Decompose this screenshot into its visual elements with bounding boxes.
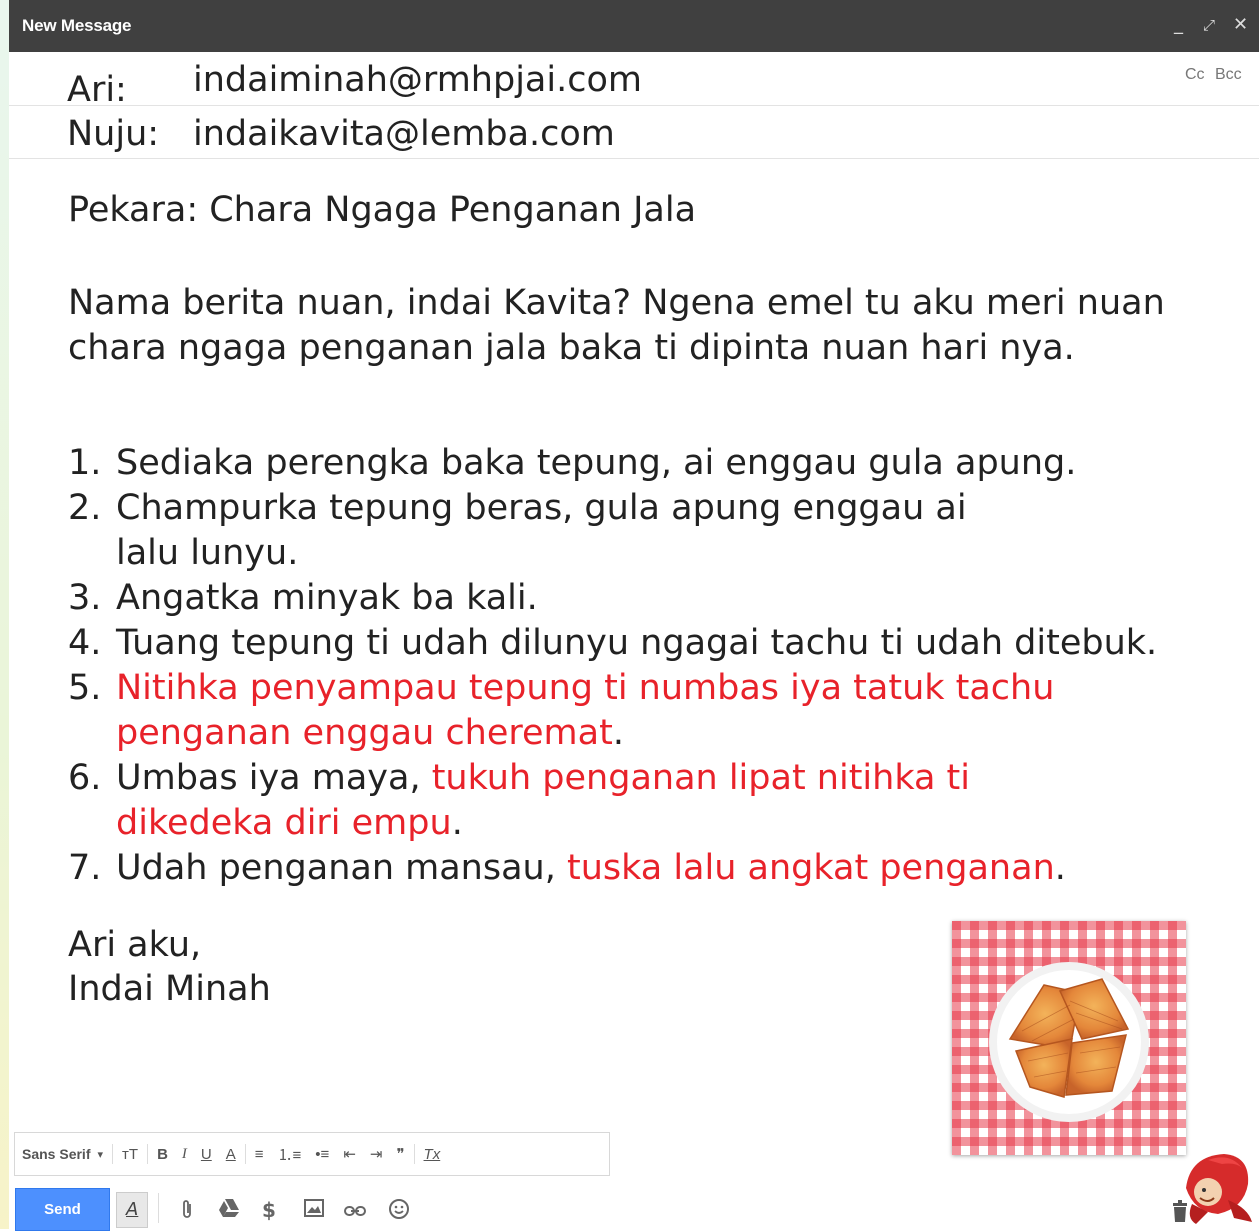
mascot-character	[1178, 1148, 1256, 1226]
close-button[interactable]: ✕	[1233, 14, 1248, 35]
bcc-link[interactable]: Bcc	[1215, 66, 1242, 84]
toolbar-divider	[244, 1144, 246, 1164]
indent-less-button[interactable]: ⇤	[343, 1145, 356, 1163]
formatting-toolbar: Sans Serif ▾ ᴛT B I U A ≡ ⒈≡ •≡ ⇤ ⇥ ❞ Tx	[14, 1132, 610, 1176]
formatting-options-button[interactable]: A	[116, 1192, 148, 1228]
step-text: Champurka tepung beras, gula apung engga…	[116, 488, 967, 528]
list-item: 6. Umbas iya maya, tukuh penganan lipat …	[68, 756, 1188, 846]
step-tail: .	[612, 713, 624, 753]
compose-title-bar: New Message _ ⤢ ✕	[9, 0, 1259, 52]
action-divider	[158, 1193, 159, 1223]
step-highlight: Nitihka penyampau tepung ti numbas iya t…	[116, 668, 1055, 708]
list-item: 1. Sediaka perengka baka tepung, ai engg…	[68, 441, 1188, 486]
to-row: Nuju: indaikavita@lemba.com	[9, 105, 1259, 159]
step-tail: .	[451, 803, 463, 843]
font-size-button[interactable]: ᴛT	[122, 1146, 138, 1163]
list-item: 5. Nitihka penyampau tepung ti numbas iy…	[68, 666, 1188, 756]
subject-line[interactable]: Pekara: Chara Ngaga Penganan Jala	[68, 188, 696, 232]
intro-line-1: Nama berita nuan, indai Kavita? Ngena em…	[68, 283, 1165, 323]
toolbar-divider	[413, 1144, 415, 1164]
steps-list: 1. Sediaka perengka baka tepung, ai engg…	[68, 441, 1188, 891]
link-icon[interactable]	[344, 1198, 366, 1222]
step-number: 6.	[68, 758, 102, 798]
step-number: 7.	[68, 848, 102, 888]
align-button[interactable]: ≡	[255, 1146, 264, 1163]
clear-format-button[interactable]: Tx	[424, 1146, 441, 1163]
font-family-select[interactable]: Sans Serif	[22, 1146, 90, 1162]
drive-icon[interactable]	[218, 1198, 240, 1223]
list-item: 4. Tuang tepung ti udah dilunyu ngagai t…	[68, 621, 1188, 666]
insert-photo-icon[interactable]	[304, 1198, 324, 1222]
step-highlight-cont: penganan enggau cheremat	[116, 713, 613, 753]
minimize-button[interactable]: _	[1174, 14, 1183, 35]
left-edge-strip	[0, 0, 9, 1229]
popout-button[interactable]: ⤢	[1203, 16, 1215, 34]
money-icon[interactable]: $	[262, 1198, 276, 1222]
penganan-jala-photo	[952, 921, 1186, 1155]
signoff: Ari aku, Indai Minah	[68, 923, 271, 1011]
step-number: 1.	[68, 443, 102, 483]
step-text: Angatka minyak ba kali.	[116, 578, 538, 618]
send-button[interactable]: Send	[15, 1188, 110, 1231]
font-dropdown-icon[interactable]: ▾	[97, 1148, 103, 1161]
bold-button[interactable]: B	[157, 1146, 168, 1163]
step-text: Umbas iya maya,	[116, 758, 432, 798]
signoff-line-2: Indai Minah	[68, 969, 271, 1009]
step-number: 3.	[68, 578, 102, 618]
toolbar-divider	[112, 1144, 114, 1164]
step-number: 2.	[68, 488, 102, 528]
bulleted-list-button[interactable]: •≡	[315, 1146, 329, 1163]
to-label: Nuju:	[67, 114, 160, 154]
signoff-line-1: Ari aku,	[68, 925, 202, 965]
format-a-icon: A	[126, 1199, 139, 1220]
indent-more-button[interactable]: ⇥	[370, 1145, 383, 1163]
step-text: Tuang tepung ti udah dilunyu ngagai tach…	[116, 623, 1158, 663]
window-title: New Message	[22, 16, 132, 35]
step-text-cont: lalu lunyu.	[116, 533, 299, 573]
step-number: 4.	[68, 623, 102, 663]
list-item: 2. Champurka tepung beras, gula apung en…	[68, 486, 1188, 576]
step-tail: .	[1054, 848, 1066, 888]
emoji-icon[interactable]	[388, 1198, 410, 1225]
to-field[interactable]: indaikavita@lemba.com	[193, 114, 615, 154]
text-color-button[interactable]: A	[226, 1146, 236, 1163]
step-text: Sediaka perengka baka tepung, ai enggau …	[116, 443, 1077, 483]
toolbar-divider	[147, 1144, 149, 1164]
list-item: 7. Udah penganan mansau, tuska lalu angk…	[68, 846, 1188, 891]
numbered-list-button[interactable]: ⒈≡	[278, 1144, 302, 1165]
quote-button[interactable]: ❞	[396, 1145, 404, 1163]
list-item: 3. Angatka minyak ba kali.	[68, 576, 1188, 621]
step-highlight: tuska lalu angkat penganan	[566, 848, 1055, 888]
cc-link[interactable]: Cc	[1185, 66, 1205, 84]
italic-button[interactable]: I	[182, 1146, 187, 1163]
step-number: 5.	[68, 668, 102, 708]
step-text: Udah penganan mansau,	[116, 848, 567, 888]
step-highlight: tukuh penganan lipat nitihka ti	[431, 758, 970, 798]
intro-line-2: chara ngaga penganan jala baka ti dipint…	[68, 328, 1075, 368]
underline-button[interactable]: U	[201, 1146, 212, 1163]
from-label: Ari:	[67, 70, 127, 110]
paperclip-icon[interactable]	[180, 1198, 194, 1225]
from-row: Ari: indaiminah@rmhpjai.com Cc Bcc	[9, 52, 1259, 110]
step-highlight-cont: dikedeka diri empu	[116, 803, 452, 843]
from-field[interactable]: indaiminah@rmhpjai.com	[193, 60, 642, 100]
